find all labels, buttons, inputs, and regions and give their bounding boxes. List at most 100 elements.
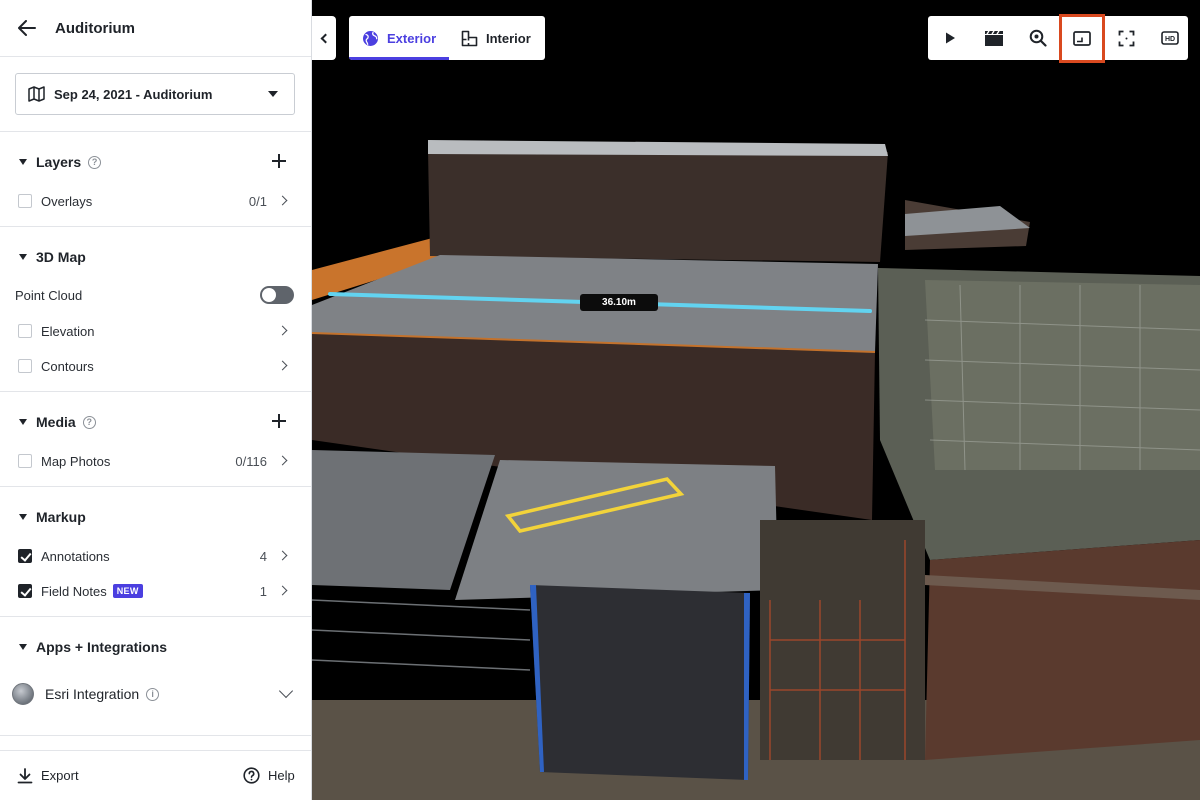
section-title: 3D Map <box>36 249 86 265</box>
map-icon <box>28 86 45 102</box>
tab-interior[interactable]: Interior <box>449 16 545 60</box>
download-icon <box>17 767 33 783</box>
fullscreen-icon <box>1118 30 1134 46</box>
collapse-triangle-icon[interactable] <box>19 159 27 165</box>
tab-label: Interior <box>486 30 531 46</box>
section-title: Layers <box>36 154 82 170</box>
cinematic-button[interactable] <box>972 16 1016 60</box>
point-cloud-scene[interactable] <box>312 0 1200 800</box>
list-item-annotations[interactable]: Annotations 4 <box>0 542 311 570</box>
checkbox[interactable] <box>18 324 32 338</box>
zoom-icon <box>1029 29 1047 47</box>
checkbox[interactable] <box>18 194 32 208</box>
tab-label: Exterior <box>387 30 437 46</box>
list-item-overlays[interactable]: Overlays 0/1 <box>0 187 311 215</box>
viewer-toolbar: HD <box>928 14 1188 63</box>
section-layers-header: Layers ? <box>0 147 311 177</box>
date-selector-value: Sep 24, 2021 - Auditorium <box>54 86 213 102</box>
divider <box>0 226 311 227</box>
chevron-down-icon[interactable] <box>278 683 294 699</box>
list-item-esri[interactable]: Esri Integration i <box>0 680 311 708</box>
help-circle-icon[interactable]: ? <box>82 415 96 429</box>
item-count: 4 <box>259 548 267 564</box>
back-button[interactable] <box>16 17 38 39</box>
item-label: Field Notes <box>41 583 107 599</box>
section-title: Media <box>36 414 76 430</box>
divider <box>0 56 311 57</box>
item-count: 0/1 <box>248 193 267 209</box>
divider <box>0 486 311 487</box>
chevron-right-icon[interactable] <box>277 325 288 336</box>
checkbox-checked[interactable] <box>18 584 32 598</box>
section-apps-header: Apps + Integrations <box>0 632 311 662</box>
view-mode-tabs: Exterior Interior <box>349 16 545 60</box>
divider <box>0 131 311 132</box>
chevron-right-icon[interactable] <box>277 195 288 206</box>
zoom-button[interactable] <box>1016 16 1060 60</box>
caret-down-icon <box>268 91 278 97</box>
help-button[interactable]: Help <box>243 767 295 784</box>
play-button[interactable] <box>928 16 972 60</box>
collapse-sidebar-button[interactable] <box>312 16 336 60</box>
export-label: Export <box>41 768 79 783</box>
item-label: Elevation <box>41 323 95 339</box>
chevron-right-icon[interactable] <box>277 455 288 466</box>
collapse-triangle-icon[interactable] <box>19 644 27 650</box>
point-cloud-toggle[interactable] <box>260 286 294 304</box>
chevron-right-icon[interactable] <box>277 585 288 596</box>
divider <box>0 735 311 736</box>
section-markup-header: Markup <box>0 502 311 532</box>
section-title: Apps + Integrations <box>36 639 168 655</box>
globe-icon <box>363 30 378 46</box>
section-3dmap-header: 3D Map <box>0 242 311 272</box>
section-media-header: Media ? <box>0 407 311 437</box>
info-circle-icon[interactable]: i <box>146 687 160 701</box>
esri-globe-icon <box>12 683 34 705</box>
item-label: Map Photos <box>41 453 111 469</box>
list-item-field-notes[interactable]: Field Notes NEW 1 <box>0 577 311 605</box>
measurement-label[interactable]: 36.10m <box>580 294 658 311</box>
item-count: 0/116 <box>235 453 267 469</box>
toggle-knob <box>262 288 276 302</box>
help-circle-icon[interactable]: ? <box>88 155 102 169</box>
fullscreen-button[interactable] <box>1104 16 1148 60</box>
list-item-contours[interactable]: Contours <box>0 352 311 380</box>
hd-button[interactable]: HD <box>1148 16 1192 60</box>
sidebar: Auditorium Sep 24, 2021 - Auditorium Lay… <box>0 0 312 800</box>
picture-in-picture-icon <box>1073 31 1091 46</box>
item-label: Annotations <box>41 548 110 564</box>
collapse-triangle-icon[interactable] <box>19 254 27 260</box>
item-label: Esri Integration <box>45 686 140 702</box>
hd-icon: HD <box>1161 31 1179 45</box>
add-layer-button[interactable] <box>271 153 287 169</box>
checkbox[interactable] <box>18 359 32 373</box>
list-item-elevation[interactable]: Elevation <box>0 317 311 345</box>
point-cloud-row: Point Cloud <box>0 281 311 309</box>
export-button[interactable]: Export <box>17 767 79 784</box>
section-title: Markup <box>36 509 86 525</box>
sidebar-header: Auditorium <box>0 0 311 56</box>
hd-text: HD <box>1165 36 1175 43</box>
new-badge: NEW <box>112 584 143 598</box>
arrow-left-icon <box>18 20 36 36</box>
3d-viewer[interactable]: 36.10m <box>312 0 1200 800</box>
add-media-button[interactable] <box>271 413 287 429</box>
chevron-right-icon[interactable] <box>277 360 288 371</box>
play-icon <box>946 32 955 44</box>
collapse-triangle-icon[interactable] <box>19 514 27 520</box>
divider <box>0 391 311 392</box>
tab-exterior[interactable]: Exterior <box>349 16 449 60</box>
picture-in-picture-button[interactable] <box>1059 14 1105 63</box>
chevron-right-icon[interactable] <box>277 550 288 561</box>
chevron-left-icon <box>320 33 331 43</box>
divider <box>0 616 311 617</box>
collapse-triangle-icon[interactable] <box>19 419 27 425</box>
item-count: 1 <box>259 583 267 599</box>
point-cloud-label: Point Cloud <box>15 287 83 303</box>
date-selector[interactable]: Sep 24, 2021 - Auditorium <box>15 73 295 115</box>
page-title: Auditorium <box>55 19 135 37</box>
list-item-map-photos[interactable]: Map Photos 0/116 <box>0 447 311 475</box>
clapperboard-icon <box>985 30 1003 46</box>
checkbox[interactable] <box>18 454 32 468</box>
checkbox-checked[interactable] <box>18 549 32 563</box>
